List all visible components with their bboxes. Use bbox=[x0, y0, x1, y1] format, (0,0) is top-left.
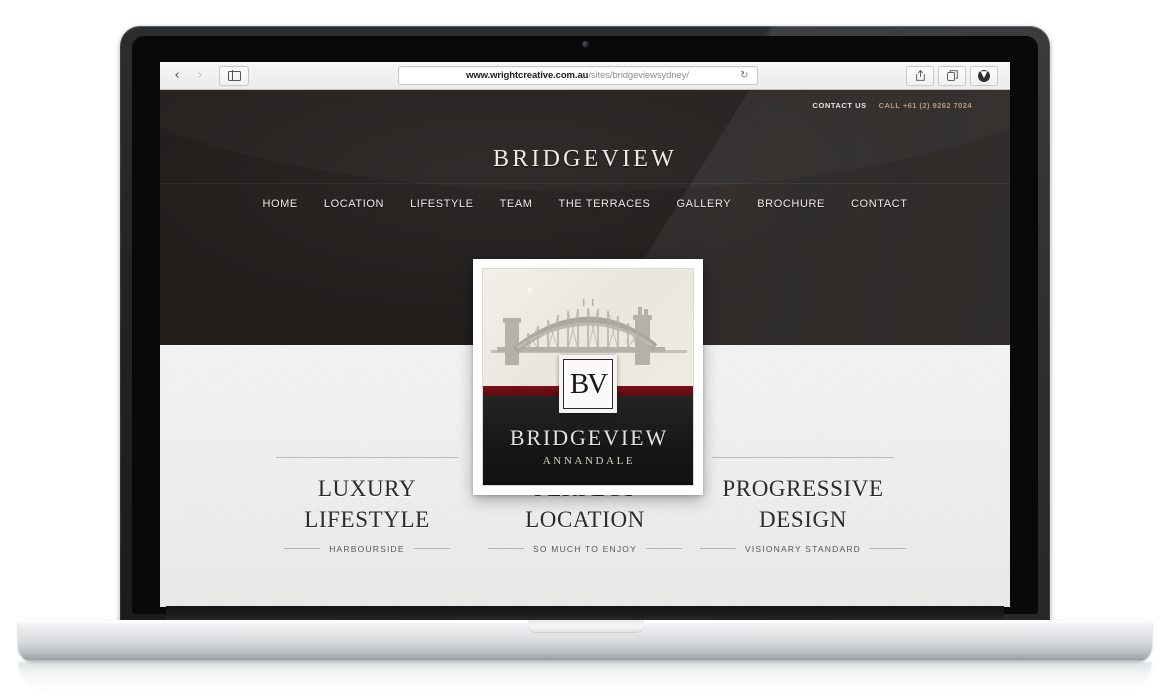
feature-column-progressive-design: PROGRESSIVE DESIGN VISIONARY STANDARD bbox=[694, 457, 912, 554]
main-navigation: HOME LOCATION LIFESTYLE TEAM THE TERRACE… bbox=[160, 183, 1010, 223]
bv-monogram-text: BV bbox=[569, 367, 608, 400]
reload-icon[interactable]: ↻ bbox=[740, 70, 748, 81]
feature-subtitle: VISIONARY STANDARD bbox=[744, 543, 862, 554]
sidebar-toggle-icon bbox=[227, 70, 241, 81]
share-icon bbox=[915, 70, 925, 81]
feature-subtitle-line-left bbox=[284, 548, 321, 550]
url-bar-container: www.wrightcreative.com.au/sites/bridgevi… bbox=[249, 66, 906, 85]
contact-us-link[interactable]: CONTACT US bbox=[813, 101, 867, 110]
tabs-icon bbox=[946, 70, 958, 81]
laptop-base-notch bbox=[528, 620, 644, 633]
feature-title-line2: DESIGN bbox=[759, 507, 847, 533]
browser-toolbar: ‹ › www.wrightcreative.com.au/sites/brid… bbox=[160, 62, 1010, 90]
feature-divider bbox=[276, 457, 458, 458]
feature-subtitle: HARBOURSIDE bbox=[329, 543, 405, 554]
feature-subtitle-line-left bbox=[699, 548, 736, 550]
logo-card-suburb: ANNANDALE bbox=[542, 455, 636, 467]
url-path: /sites/bridgeviewsydney/ bbox=[588, 70, 689, 81]
feature-subtitle-line-right bbox=[413, 548, 450, 550]
feature-subtitle-row: HARBOURSIDE bbox=[262, 544, 472, 554]
laptop-base-foot-right bbox=[1018, 657, 1021, 660]
browser-right-buttons: ▼ bbox=[906, 65, 998, 86]
webcam-icon bbox=[582, 41, 589, 48]
feature-title: PROGRESSIVE DESIGN bbox=[698, 473, 908, 536]
feature-subtitle-line-right bbox=[645, 548, 682, 550]
nav-item-lifestyle[interactable]: LIFESTYLE bbox=[410, 198, 473, 210]
feature-subtitle-line-left bbox=[488, 548, 525, 550]
nav-item-home[interactable]: HOME bbox=[262, 198, 297, 210]
bridgeview-logo-image: BV BRIDGEVIEW ANNANDALE bbox=[482, 268, 694, 486]
address-bar[interactable]: www.wrightcreative.com.au/sites/bridgevi… bbox=[397, 66, 758, 85]
phone-link[interactable]: CALL +61 (2) 9262 7024 bbox=[879, 101, 972, 110]
website-viewport: CONTACT US CALL +61 (2) 9262 7024 BRIDGE… bbox=[160, 90, 1010, 607]
laptop-base-foot-left bbox=[548, 657, 551, 660]
feature-column-luxury-lifestyle: LUXURY LIFESTYLE HARBOURSIDE bbox=[258, 457, 476, 554]
bv-monogram-inner: BV bbox=[563, 359, 613, 409]
chevron-right-icon: › bbox=[197, 68, 203, 83]
feature-title-line2: LOCATION bbox=[525, 507, 645, 533]
nav-item-brochure[interactable]: BROCHURE bbox=[757, 198, 825, 210]
download-icon: ▼ bbox=[978, 69, 990, 82]
nav-item-location[interactable]: LOCATION bbox=[324, 198, 384, 210]
laptop-reflection bbox=[18, 662, 1152, 694]
nav-item-team[interactable]: TEAM bbox=[500, 198, 533, 210]
show-tabs-button[interactable] bbox=[938, 65, 966, 86]
nav-item-the-terraces[interactable]: THE TERRACES bbox=[559, 198, 651, 210]
browser-nav-buttons: ‹ › bbox=[166, 66, 211, 85]
feature-subtitle-line-right bbox=[870, 548, 907, 550]
site-logo[interactable]: BRIDGEVIEW bbox=[160, 146, 1010, 173]
url-domain: www.wrightcreative.com.au bbox=[466, 70, 589, 81]
bridgeview-logo-card[interactable]: BV BRIDGEVIEW ANNANDALE bbox=[473, 259, 703, 495]
nav-item-contact[interactable]: CONTACT bbox=[851, 198, 908, 210]
feature-subtitle-row: VISIONARY STANDARD bbox=[698, 544, 908, 554]
url-text: www.wrightcreative.com.au/sites/bridgevi… bbox=[466, 70, 689, 81]
screenshot-stage: ‹ › www.wrightcreative.com.au/sites/brid… bbox=[0, 0, 1170, 700]
logo-card-name: BRIDGEVIEW bbox=[509, 425, 669, 450]
feature-title-line1: LUXURY bbox=[317, 476, 417, 501]
back-button[interactable]: ‹ bbox=[166, 66, 188, 85]
nav-item-gallery[interactable]: GALLERY bbox=[677, 198, 732, 210]
utility-bar: CONTACT US CALL +61 (2) 9262 7024 bbox=[160, 90, 1010, 152]
share-button[interactable] bbox=[906, 65, 934, 86]
laptop-screen: ‹ › www.wrightcreative.com.au/sites/brid… bbox=[160, 62, 1010, 607]
feature-title-line1: PROGRESSIVE bbox=[722, 476, 884, 501]
feature-subtitle: SO MUCH TO ENJOY bbox=[533, 543, 637, 554]
chevron-left-icon: ‹ bbox=[174, 68, 180, 83]
site-logo-text: BRIDGEVIEW bbox=[493, 146, 677, 172]
bv-monogram-box: BV bbox=[559, 355, 617, 413]
feature-divider bbox=[712, 457, 894, 458]
feature-subtitle-row: SO MUCH TO ENJOY bbox=[480, 544, 690, 554]
sidebar-toggle-button[interactable] bbox=[219, 65, 249, 86]
forward-button[interactable]: › bbox=[189, 66, 211, 85]
feature-title-line2: LIFESTYLE bbox=[304, 507, 430, 533]
downloads-button[interactable]: ▼ bbox=[970, 65, 998, 86]
feature-title: LUXURY LIFESTYLE bbox=[262, 473, 472, 536]
